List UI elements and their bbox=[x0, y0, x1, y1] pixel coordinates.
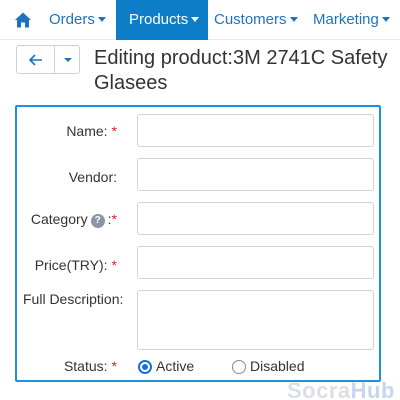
description-label: Full Description: bbox=[23, 291, 124, 307]
back-button-group bbox=[16, 45, 80, 74]
status-active-label[interactable]: Active bbox=[156, 358, 194, 374]
page-title: Editing product:3M 2741C Safety Glasees bbox=[94, 47, 388, 94]
nav-item-marketing[interactable]: Marketing bbox=[313, 0, 390, 40]
name-label: Name: * bbox=[66, 123, 117, 139]
status-disabled-radio[interactable] bbox=[232, 360, 246, 374]
caret-down-icon bbox=[97, 17, 106, 22]
required-marker: * bbox=[111, 358, 117, 374]
nav-item-customers[interactable]: Customers bbox=[214, 0, 298, 40]
nav-item-label: Products bbox=[129, 11, 189, 28]
required-marker: * bbox=[111, 211, 117, 227]
status-label: Status: * bbox=[63, 358, 117, 374]
status-active-radio[interactable] bbox=[138, 360, 152, 374]
home-icon[interactable] bbox=[14, 11, 32, 29]
actions-dropdown-button[interactable] bbox=[56, 46, 80, 73]
caret-down-icon bbox=[289, 17, 298, 22]
arrow-left-icon bbox=[29, 54, 42, 66]
description-textarea[interactable] bbox=[137, 290, 374, 350]
top-navigation: Orders Products Customers Marketing bbox=[0, 0, 400, 40]
price-input[interactable] bbox=[137, 246, 374, 279]
nav-item-label: Customers bbox=[214, 11, 287, 28]
chevron-down-icon bbox=[64, 58, 72, 62]
required-marker: * bbox=[111, 123, 117, 139]
back-button[interactable] bbox=[17, 46, 55, 73]
caret-down-icon bbox=[191, 17, 200, 22]
price-label: Price(TRY): * bbox=[34, 257, 117, 273]
category-label: Category?:* bbox=[30, 211, 117, 228]
name-input[interactable] bbox=[137, 114, 374, 147]
watermark-logo: SocraHub bbox=[287, 378, 395, 400]
nav-item-products[interactable]: Products bbox=[116, 0, 208, 40]
vendor-label: Vendor: bbox=[68, 169, 117, 185]
nav-item-orders[interactable]: Orders bbox=[49, 0, 106, 40]
status-disabled-label[interactable]: Disabled bbox=[250, 358, 304, 374]
category-input[interactable] bbox=[137, 202, 374, 235]
nav-item-label: Orders bbox=[49, 11, 95, 28]
product-form: Name: * Vendor: Category?:* Price(TRY): * … bbox=[15, 105, 381, 382]
vendor-input[interactable] bbox=[137, 158, 374, 191]
caret-down-icon bbox=[381, 17, 390, 22]
nav-item-label: Marketing bbox=[313, 11, 379, 28]
help-icon: ? bbox=[90, 214, 105, 228]
required-marker: * bbox=[111, 257, 117, 273]
